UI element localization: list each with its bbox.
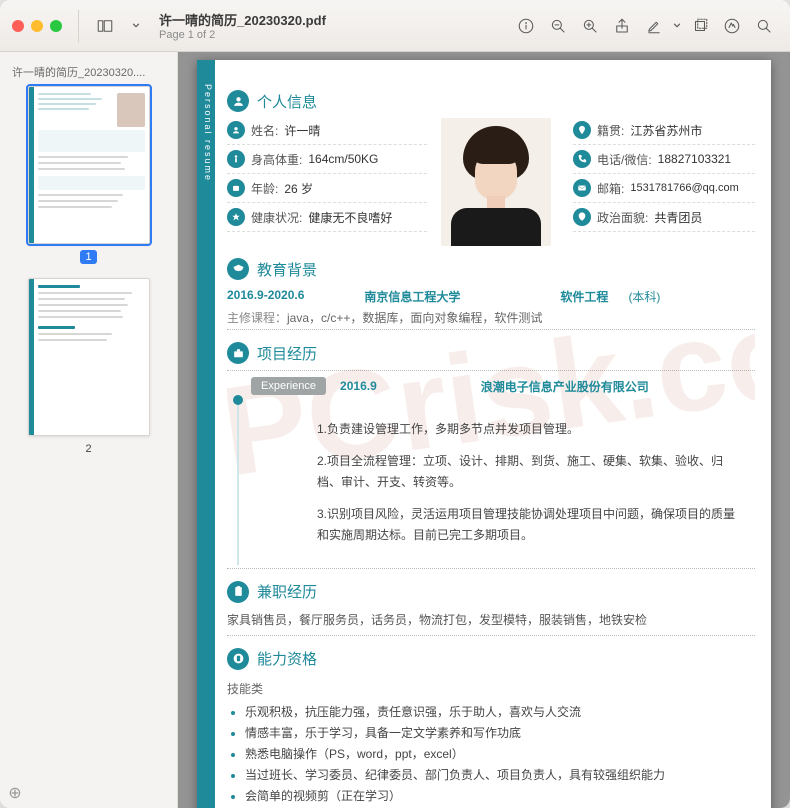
location-icon	[573, 121, 591, 139]
age-icon	[227, 179, 245, 197]
share-button[interactable]	[608, 12, 636, 40]
resume-side-banner: Personal resume	[197, 60, 215, 808]
view-mode-button[interactable]	[91, 12, 119, 40]
zoom-in-button[interactable]	[576, 12, 604, 40]
document-title: 许一晴的简历_20230320.pdf	[159, 10, 500, 29]
name-icon	[227, 121, 245, 139]
page-thumbnail-1[interactable]	[28, 86, 150, 244]
highlight-chevron[interactable]	[672, 17, 682, 35]
search-button[interactable]	[750, 12, 778, 40]
page-thumbnail-2[interactable]	[28, 278, 150, 436]
info-button[interactable]	[512, 12, 540, 40]
thumbnail-2-wrap: 2	[8, 278, 169, 456]
resume-photo	[441, 118, 551, 246]
clipboard-icon	[227, 581, 249, 603]
rotate-button[interactable]	[686, 12, 714, 40]
skills-group1-label: 技能类	[227, 676, 755, 701]
title-area: 许一晴的简历_20230320.pdf Page 1 of 2	[153, 10, 500, 41]
body-icon	[227, 150, 245, 168]
pdf-viewer-window: 许一晴的简历_20230320.pdf Page 1 of 2 许一晴的简历_2…	[0, 0, 790, 808]
graduation-icon	[227, 258, 249, 280]
email-icon	[573, 179, 591, 197]
page-indicator: Page 1 of 2	[159, 29, 500, 41]
titlebar: 许一晴的简历_20230320.pdf Page 1 of 2	[0, 0, 790, 52]
thumbnail-sidebar: 许一晴的简历_20230320....	[0, 52, 178, 808]
briefcase-icon	[227, 342, 249, 364]
thumbnail-1-wrap: 1	[8, 86, 169, 264]
personal-right-column: 籍贯: 江苏省苏州市 电话/微信: 18827103321 邮箱: 153178…	[573, 118, 755, 246]
section-skills: 能力资格	[227, 648, 755, 670]
view-mode-chevron[interactable]	[131, 17, 141, 35]
health-icon	[227, 208, 245, 226]
close-window-button[interactable]	[12, 20, 24, 32]
document-viewport[interactable]: Personal resume PCrisk.com 个人信息 姓名: 许一晴	[178, 52, 790, 808]
personal-left-column: 姓名: 许一晴 身高体重: 164cm/50KG 年龄: 26 岁 健康状况: …	[227, 118, 427, 246]
sidebar-doc-title: 许一晴的简历_20230320....	[8, 60, 169, 86]
skills-group1-list: 乐观积极，抗压能力强，责任意识强，乐于助人，喜欢与人交流 情感丰富，乐于学习，具…	[227, 701, 755, 806]
section-education: 教育背景	[227, 258, 755, 280]
section-personal-info: 个人信息	[227, 90, 755, 112]
experience-tag: Experience	[251, 377, 326, 395]
add-page-button[interactable]: ⊕	[6, 784, 24, 802]
phone-icon	[573, 150, 591, 168]
timeline-line	[237, 401, 239, 565]
section-parttime: 兼职经历	[227, 581, 755, 603]
markup-button[interactable]	[718, 12, 746, 40]
zoom-out-button[interactable]	[544, 12, 572, 40]
pdf-page-1: Personal resume PCrisk.com 个人信息 姓名: 许一晴	[197, 60, 771, 808]
minimize-window-button[interactable]	[31, 20, 43, 32]
fullscreen-window-button[interactable]	[50, 20, 62, 32]
highlight-button[interactable]	[640, 12, 668, 40]
window-controls	[12, 20, 62, 32]
skill-icon	[227, 648, 249, 670]
person-icon	[227, 90, 249, 112]
political-icon	[573, 208, 591, 226]
section-projects: 项目经历	[227, 342, 755, 364]
project-description: 1.负责建设管理工作，多期多节点并发项目管理。 2.项目全流程管理：立项、设计、…	[237, 395, 755, 565]
thumbnail-2-number: 2	[80, 442, 96, 456]
titlebar-divider	[78, 10, 79, 42]
thumbnail-1-number: 1	[80, 250, 96, 264]
parttime-text: 家具销售员，餐厅服务员，话务员，物流打包，发型模特，服装销售，地铁安检	[227, 609, 755, 632]
